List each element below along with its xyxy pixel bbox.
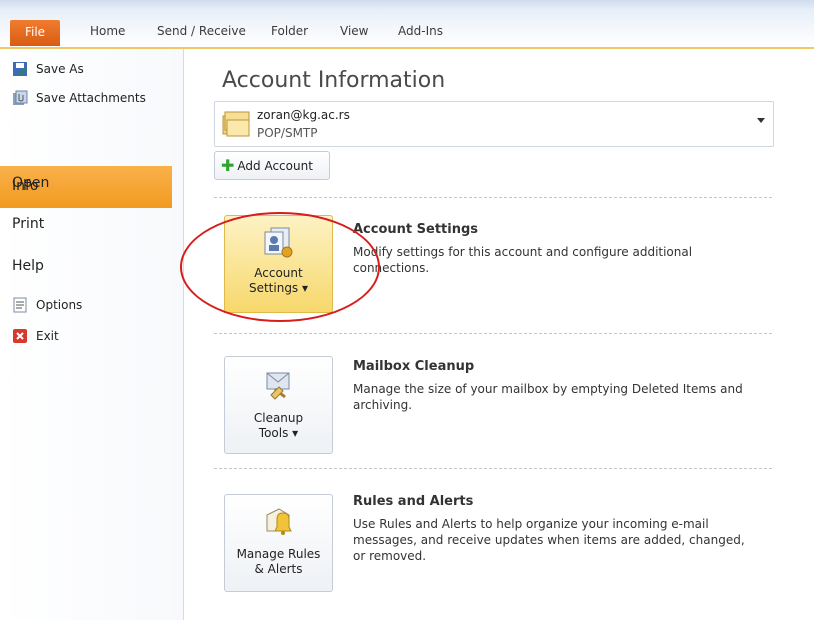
title-strip	[0, 0, 814, 10]
account-settings-description: Modify settings for this account and con…	[353, 245, 693, 275]
page-title: Account Information	[222, 68, 446, 93]
backstage-nav: Save As Save Attachments Info Open Print…	[0, 49, 184, 620]
nav-save-as-label: Save As	[36, 62, 84, 76]
plus-icon: ✚	[221, 156, 235, 175]
manage-rules-alerts-label: Manage Rules & Alerts	[225, 547, 332, 577]
nav-exit[interactable]: Exit	[12, 325, 59, 347]
nav-options-label: Options	[36, 298, 83, 312]
divider	[214, 333, 772, 334]
nav-options[interactable]: Options	[12, 294, 82, 316]
account-mailbox-icon	[221, 108, 253, 144]
exit-icon	[12, 328, 28, 344]
save-attachments-icon	[12, 90, 28, 106]
mailbox-cleanup-title: Mailbox Cleanup	[353, 359, 475, 374]
divider	[214, 468, 772, 469]
tab-send-receive[interactable]: Send / Receive	[157, 24, 246, 38]
options-icon	[12, 297, 28, 313]
account-email: zoran@kg.ac.rs	[257, 108, 350, 122]
save-as-icon	[12, 61, 28, 77]
rules-alerts-icon	[261, 505, 295, 539]
rules-alerts-title: Rules and Alerts	[353, 494, 474, 509]
manage-rules-alerts-button[interactable]: Manage Rules & Alerts	[224, 494, 333, 592]
account-type: POP/SMTP	[257, 126, 318, 140]
cleanup-tools-label: Cleanup Tools ▾	[225, 411, 332, 441]
tab-folder[interactable]: Folder	[271, 24, 308, 38]
nav-open[interactable]: Open	[12, 175, 49, 191]
nav-help[interactable]: Help	[12, 258, 44, 274]
nav-save-attachments-label: Save Attachments	[36, 91, 146, 105]
manage-rules-alerts-label-line1: Manage Rules	[236, 547, 321, 561]
tab-file[interactable]: File	[10, 20, 60, 46]
nav-save-attachments[interactable]: Save Attachments	[12, 87, 146, 109]
add-account-button[interactable]: ✚ Add Account	[214, 151, 330, 180]
tab-add-ins[interactable]: Add-Ins	[398, 24, 443, 38]
cleanup-tools-icon	[261, 367, 295, 401]
account-settings-title: Account Settings	[353, 222, 479, 237]
chevron-down-icon[interactable]	[757, 118, 765, 123]
cleanup-tools-button[interactable]: Cleanup Tools ▾	[224, 356, 333, 454]
cleanup-tools-label-line1: Cleanup	[253, 411, 304, 425]
annotation-circle	[180, 212, 380, 322]
nav-exit-label: Exit	[36, 329, 59, 343]
nav-save-as[interactable]: Save As	[12, 58, 84, 80]
cleanup-tools-label-line2: Tools ▾	[258, 426, 299, 440]
tab-view[interactable]: View	[340, 24, 368, 38]
mailbox-cleanup-description: Manage the size of your mailbox by empty…	[353, 382, 743, 412]
manage-rules-alerts-label-line2: & Alerts	[254, 562, 303, 576]
account-selector[interactable]: zoran@kg.ac.rs POP/SMTP	[214, 101, 774, 147]
ribbon-tab-bar: File Home Send / Receive Folder View Add…	[0, 0, 814, 49]
tab-home[interactable]: Home	[90, 24, 125, 38]
nav-print[interactable]: Print	[12, 216, 44, 232]
rules-alerts-description: Use Rules and Alerts to help organize yo…	[353, 517, 745, 563]
divider	[214, 197, 772, 198]
add-account-label: Add Account	[237, 158, 313, 173]
